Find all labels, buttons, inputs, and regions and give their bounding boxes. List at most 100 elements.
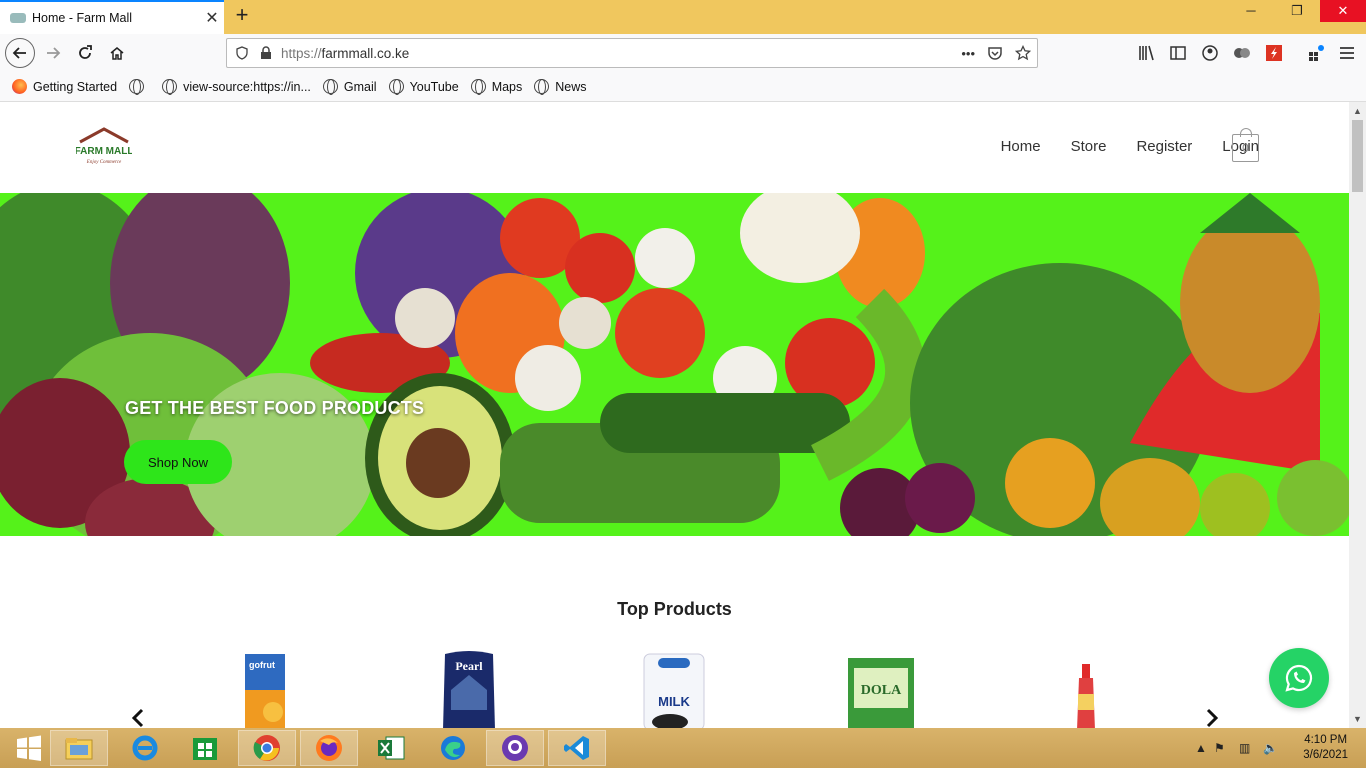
windows-taskbar: ▲ ⚑ ▥ 🔈 4:10 PM 3/6/2021 (0, 728, 1366, 768)
minimize-button[interactable]: ─ (1228, 0, 1274, 22)
internet-explorer-icon (132, 735, 158, 761)
product-dola[interactable]: DOLA (846, 650, 916, 728)
farm-mall-logo[interactable]: FARM MALL Enjoy Commerce (75, 126, 133, 168)
bookmark-getting-started[interactable]: Getting Started (12, 79, 117, 94)
carousel-next-button[interactable] (1204, 705, 1220, 728)
taskbar-internet-explorer[interactable] (116, 730, 174, 766)
firefox-icon (12, 79, 27, 94)
taskbar-firefox[interactable] (300, 730, 358, 766)
library-icon[interactable] (1138, 44, 1156, 62)
nav-home[interactable]: Home (1001, 138, 1041, 155)
store-icon (193, 738, 217, 760)
close-window-button[interactable]: ✕ (1320, 0, 1366, 22)
vscode-icon (564, 736, 589, 760)
logo-tagline: Enjoy Commerce (86, 160, 122, 165)
menu-hamburger-icon[interactable] (1338, 44, 1356, 62)
system-clock[interactable]: 4:10 PM 3/6/2021 (1303, 733, 1348, 763)
product-label: MILK (658, 694, 690, 709)
globe-icon (470, 79, 486, 95)
navigation-toolbar: https://farmmall.co.ke ••• (0, 34, 1366, 72)
chevron-right-icon (1206, 708, 1219, 728)
bookmarks-toolbar: Getting Started view-source:https://in..… (0, 72, 1366, 102)
forward-button[interactable] (38, 38, 68, 68)
scroll-up-icon[interactable]: ▲ (1353, 106, 1362, 116)
product-gofrut[interactable]: gofrut (243, 650, 287, 728)
volume-icon[interactable]: 🔈 (1263, 741, 1278, 755)
bookmark-youtube[interactable]: YouTube (388, 79, 459, 95)
pocket-icon[interactable] (987, 45, 1003, 61)
scroll-down-icon[interactable]: ▼ (1353, 714, 1362, 724)
edge-icon (441, 736, 465, 760)
taskbar-vscode[interactable] (548, 730, 606, 766)
shield-icon[interactable] (235, 46, 249, 60)
globe-icon (534, 79, 550, 95)
home-button[interactable] (102, 38, 132, 68)
address-bar[interactable]: https://farmmall.co.ke ••• (226, 38, 1038, 68)
lock-icon[interactable] (259, 46, 273, 60)
url-text[interactable]: https://farmmall.co.ke (281, 46, 409, 61)
page-actions-icon[interactable]: ••• (961, 46, 975, 61)
clock-date: 3/6/2021 (1303, 749, 1348, 761)
bookmark-unnamed[interactable] (129, 79, 150, 95)
github-icon (502, 735, 528, 761)
folder-icon (65, 738, 93, 760)
tab-title: Home - Farm Mall (32, 11, 133, 25)
scrollbar-thumb[interactable] (1352, 120, 1363, 192)
bookmark-view-source[interactable]: view-source:https://in... (162, 79, 311, 95)
network-icon[interactable]: ▥ (1239, 741, 1250, 755)
bookmark-gmail[interactable]: Gmail (322, 79, 377, 95)
product-label: gofrut (249, 660, 275, 670)
clock-time: 4:10 PM (1304, 734, 1348, 746)
bookmark-maps[interactable]: Maps (470, 79, 523, 95)
shop-now-button[interactable]: Shop Now (124, 440, 232, 484)
extensions-icon[interactable] (1307, 44, 1325, 62)
show-hidden-icons[interactable]: ▲ (1195, 741, 1207, 755)
tab-home-farm-mall[interactable]: Home - Farm Mall ✕ (0, 0, 224, 34)
taskbar-edge[interactable] (424, 730, 482, 766)
flash-extension-icon[interactable] (1265, 44, 1283, 62)
tab-close-icon[interactable]: ✕ (200, 8, 224, 28)
hero-banner: GET THE BEST FOOD PRODUCTS Shop Now (0, 193, 1349, 536)
product-label: Pearl (455, 659, 483, 673)
bookmark-news[interactable]: News (534, 79, 587, 95)
product-pearl[interactable]: Pearl (441, 650, 497, 728)
sidebar-icon[interactable] (1169, 44, 1187, 62)
taskbar-chrome[interactable] (238, 730, 296, 766)
bookmark-label: Getting Started (33, 79, 118, 94)
chevron-left-icon (131, 708, 144, 728)
action-center-flag-icon[interactable]: ⚑ (1214, 741, 1225, 755)
chrome-icon (253, 735, 280, 761)
nav-store[interactable]: Store (1071, 138, 1107, 155)
globe-icon (388, 79, 404, 95)
taskbar-github[interactable] (486, 730, 544, 766)
back-button[interactable] (5, 38, 35, 68)
product-sauce[interactable] (1071, 650, 1101, 728)
site-favicon-icon (10, 13, 26, 23)
account-icon[interactable] (1201, 44, 1219, 62)
page-scrollbar[interactable]: ▲ ▼ (1349, 102, 1366, 728)
excel-icon (378, 736, 405, 760)
restore-button[interactable]: ❐ (1274, 0, 1320, 22)
taskbar-excel[interactable] (362, 730, 420, 766)
taskbar-store[interactable] (176, 730, 234, 766)
back-arrow-icon (12, 47, 26, 59)
taskbar-file-explorer[interactable] (50, 730, 108, 766)
product-image: Pearl (443, 651, 495, 728)
globe-icon (129, 79, 145, 95)
extension-icon[interactable] (1233, 44, 1251, 62)
nav-register[interactable]: Register (1136, 138, 1192, 155)
reload-icon (79, 45, 92, 59)
whatsapp-icon (1285, 664, 1313, 692)
product-milk[interactable]: MILK (640, 650, 708, 728)
url-host: farmmall.co.ke (321, 45, 410, 61)
whatsapp-chat-button[interactable] (1269, 648, 1329, 708)
cart-icon[interactable]: 0 (1232, 128, 1259, 162)
reload-button[interactable] (70, 38, 100, 68)
bookmark-label: Maps (491, 79, 523, 94)
bookmark-star-icon[interactable] (1015, 45, 1031, 61)
top-products-title: Top Products (617, 599, 732, 619)
carousel-prev-button[interactable] (130, 705, 146, 728)
new-tab-button[interactable]: + (230, 4, 254, 28)
bookmark-label: YouTube (409, 79, 459, 94)
logo-house-icon: FARM MALL Enjoy Commerce (75, 127, 133, 165)
